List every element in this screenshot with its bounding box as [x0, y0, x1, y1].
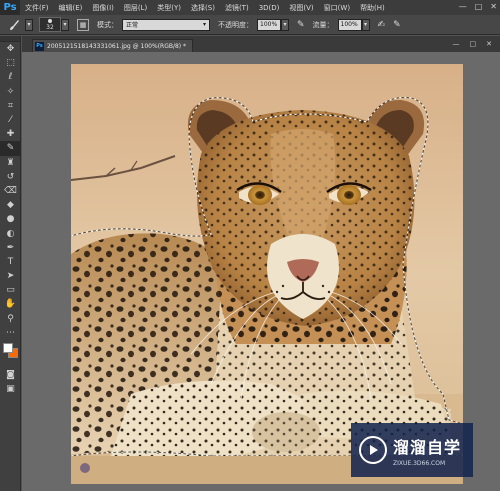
pressure-size-icon[interactable]: ✎ [393, 20, 401, 30]
minimize-button[interactable]: — [459, 2, 467, 11]
document-tab[interactable]: Ps 2005121518143331061.jpg @ 100%(RGB/8)… [32, 39, 194, 52]
watermark-url: ZIXUE.3D66.COM [393, 459, 446, 467]
spot-healing-tool-icon[interactable]: ✚ [0, 127, 21, 141]
hand-tool-icon[interactable]: ✋ [0, 297, 21, 311]
chevron-down-icon: ▾ [202, 21, 206, 28]
brush-panel-toggle-icon[interactable]: ▦ [77, 18, 89, 31]
watermark: 溜溜自学 ZIXUE.3D66.COM [351, 423, 473, 477]
doc-minimize-button[interactable]: — [453, 40, 460, 48]
shape-tool-icon[interactable]: ▭ [0, 283, 21, 297]
options-bar: ▾ 32 ▾ ▦ 模式： 正常 ▾ 不透明度： 100% ▾ ✎ 流量： 100… [0, 15, 500, 35]
leopard-photo [71, 64, 463, 484]
flow-slider-icon[interactable]: ▾ [361, 18, 370, 31]
clone-stamp-tool-icon[interactable]: ♜ [0, 156, 21, 170]
tool-preset-dropdown-icon[interactable]: ▾ [25, 18, 33, 31]
opacity-slider-icon[interactable]: ▾ [281, 18, 289, 31]
menu-3d[interactable]: 3D(D) [254, 4, 285, 12]
move-tool-icon[interactable]: ✥ [0, 42, 21, 56]
brush-tool-preset-icon[interactable] [3, 17, 25, 33]
blur-tool-icon[interactable]: ● [0, 212, 21, 226]
menu-layer[interactable]: 图层(L) [119, 3, 152, 13]
restore-button[interactable]: □ [475, 2, 483, 11]
menu-filter[interactable]: 滤镜(T) [220, 3, 254, 13]
image-canvas[interactable] [71, 64, 463, 484]
window-controls: — □ ✕ [459, 2, 497, 11]
eraser-tool-icon[interactable]: ⌫ [0, 184, 21, 198]
marquee-tool-icon[interactable]: ⬚ [0, 56, 21, 70]
menu-image[interactable]: 图像(I) [87, 3, 119, 13]
tools-panel: ✥ ⬚ ℓ ✧ ⌗ ⁄ ✚ ✎ ♜ ↺ ⌫ ◆ ● ◐ ✒ T ➤ ▭ ✋ ⚲ … [0, 36, 21, 491]
brush-picker-dropdown-icon[interactable]: ▾ [61, 18, 69, 31]
type-tool-icon[interactable]: T [0, 255, 21, 269]
document-type-icon: Ps [35, 41, 44, 51]
doc-close-button[interactable]: ✕ [486, 40, 492, 48]
menu-type[interactable]: 类型(Y) [152, 3, 186, 13]
screen-mode-icon[interactable]: ▣ [0, 382, 21, 396]
document-tab-bar: Ps 2005121518143331061.jpg @ 100%(RGB/8)… [22, 36, 500, 52]
document-window-controls: — □ ✕ [453, 40, 493, 48]
photoshop-window: Ps 文件(F) 编辑(E) 图像(I) 图层(L) 类型(Y) 选择(S) 滤… [0, 0, 500, 491]
zoom-tool-icon[interactable]: ⚲ [0, 312, 21, 326]
pressure-opacity-icon[interactable]: ✎ [297, 20, 305, 30]
more-tools-icon[interactable]: ⋯ [0, 326, 21, 340]
document-title: 2005121518143331061.jpg @ 100%(RGB/8) * [47, 42, 187, 50]
blend-mode-select[interactable]: 正常 ▾ [122, 18, 210, 31]
quick-mask-icon[interactable]: ◙ [0, 368, 21, 382]
quick-select-tool-icon[interactable]: ✧ [0, 85, 21, 99]
opacity-input[interactable]: 100% [257, 18, 281, 31]
brush-size-picker[interactable]: 32 [39, 17, 61, 32]
opacity-label: 不透明度： [218, 20, 253, 29]
play-logo-icon [359, 436, 387, 464]
doc-restore-button[interactable]: □ [470, 40, 477, 48]
eyedropper-tool-icon[interactable]: ⁄ [0, 113, 21, 127]
color-swatches [0, 340, 20, 368]
menu-select[interactable]: 选择(S) [186, 3, 220, 13]
menu-edit[interactable]: 编辑(E) [54, 3, 88, 13]
menu-view[interactable]: 视图(V) [284, 3, 318, 13]
brush-tool-icon[interactable]: ✎ [0, 141, 21, 156]
brush-tip-icon [48, 19, 52, 23]
crop-tool-icon[interactable]: ⌗ [0, 99, 21, 113]
menu-bar: Ps 文件(F) 编辑(E) 图像(I) 图层(L) 类型(Y) 选择(S) 滤… [0, 0, 500, 15]
foreground-color-swatch[interactable] [3, 342, 13, 353]
flow-input[interactable]: 100% [337, 18, 362, 31]
paint-bucket-tool-icon[interactable]: ◆ [0, 198, 21, 212]
path-select-tool-icon[interactable]: ➤ [0, 269, 21, 283]
menu-help[interactable]: 帮助(H) [355, 3, 390, 13]
close-button[interactable]: ✕ [490, 2, 497, 11]
dodge-tool-icon[interactable]: ◐ [0, 226, 21, 240]
brush-size-value: 32 [46, 24, 54, 31]
watermark-brand: 溜溜自学 [393, 437, 462, 457]
history-brush-tool-icon[interactable]: ↺ [0, 170, 21, 184]
pen-tool-icon[interactable]: ✒ [0, 241, 21, 255]
flow-label: 流量： [312, 20, 334, 29]
menu-window[interactable]: 窗口(W) [319, 3, 355, 13]
blend-mode-value: 正常 [126, 22, 139, 29]
menu-file[interactable]: 文件(F) [20, 3, 54, 13]
watermark-text: 溜溜自学 ZIXUE.3D66.COM [393, 434, 461, 467]
airbrush-icon[interactable]: ✍ [378, 20, 386, 30]
mode-label: 模式： [97, 20, 118, 29]
lasso-tool-icon[interactable]: ℓ [0, 70, 21, 84]
app-logo: Ps [0, 0, 20, 15]
